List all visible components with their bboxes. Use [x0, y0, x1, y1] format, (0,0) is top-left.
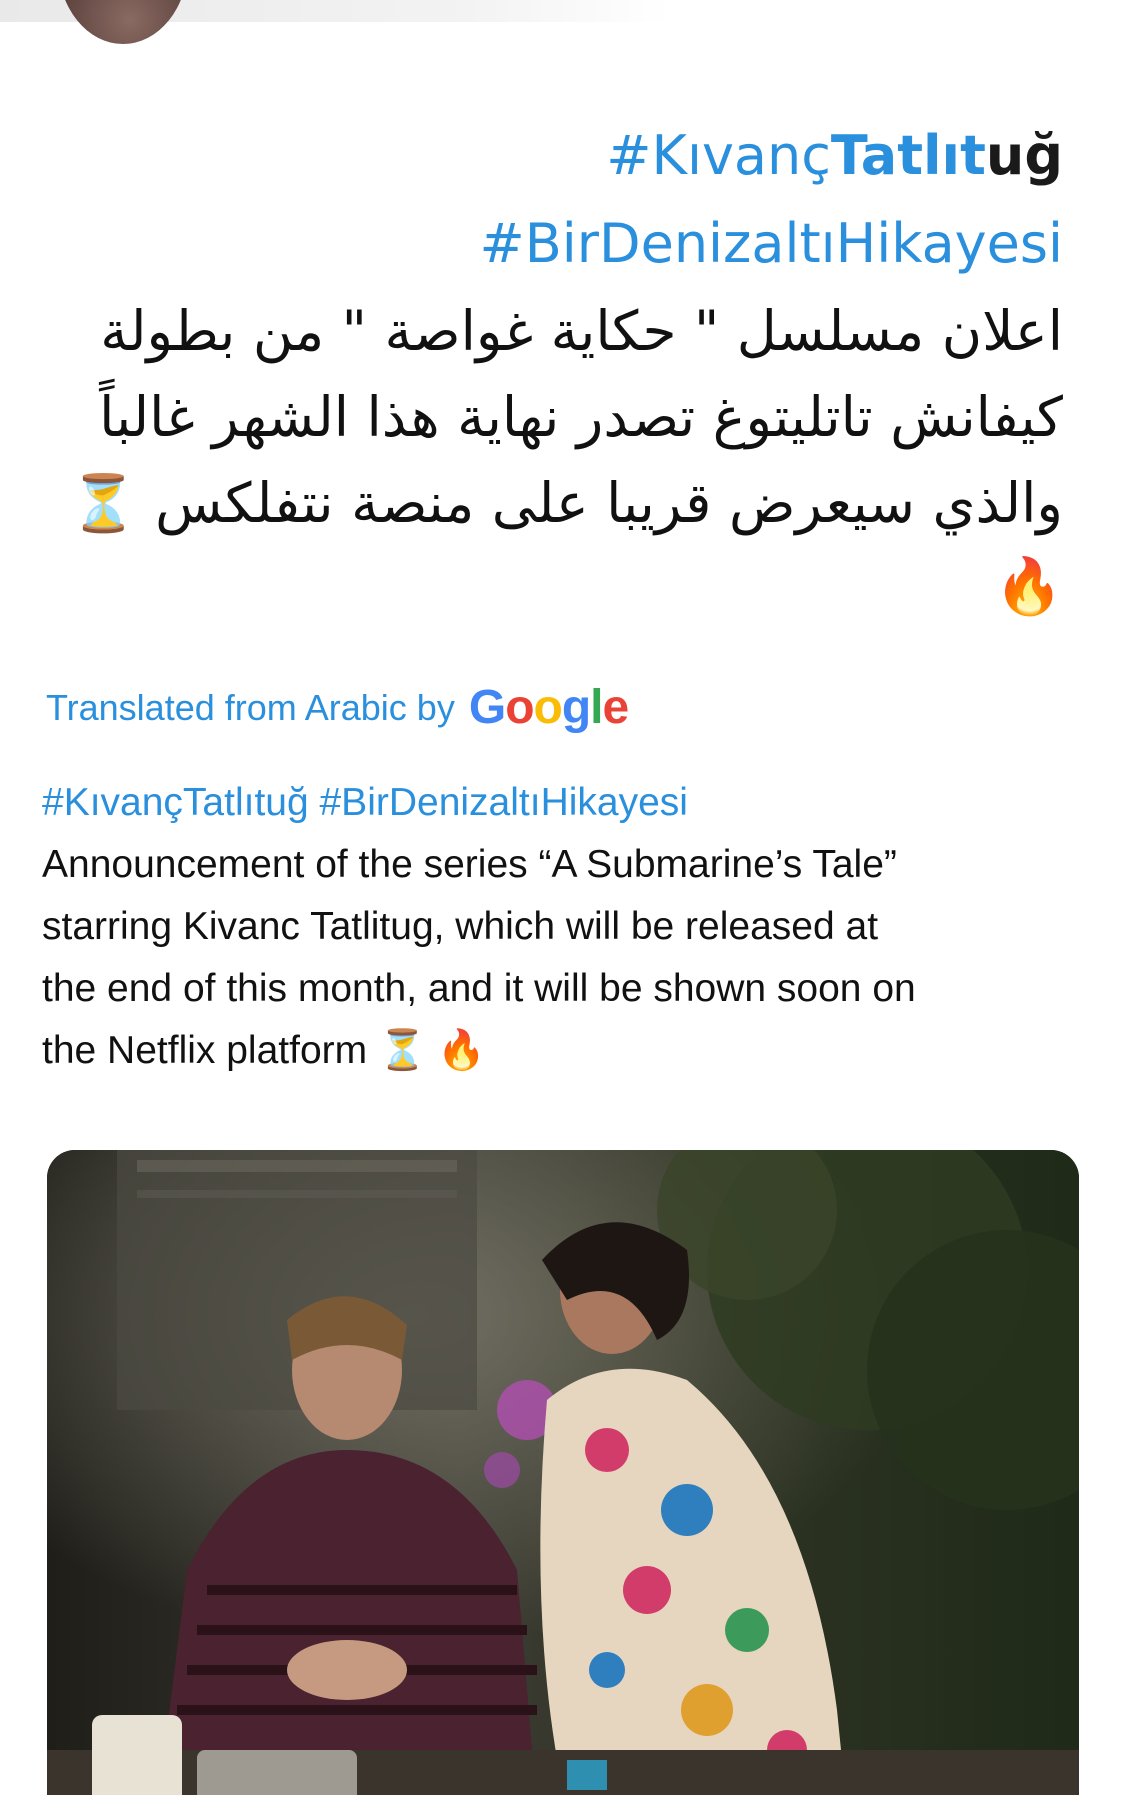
fire-icon: 🔥: [994, 554, 1063, 618]
hashtag-bir-denizalti-hikayesi[interactable]: #BirDenizaltıHikayesi: [53, 200, 1063, 288]
arabic-line-1: اعلان مسلسل " حكاية غواصة " من بطولة: [100, 299, 1063, 363]
hashtag-part-blue: #Kıvanç: [606, 124, 831, 187]
translated-line-1: Announcement of the series “A Submarine’…: [42, 843, 897, 886]
hourglass-icon: ⏳: [377, 1028, 427, 1073]
translated-line-4-wrapper: the Netflix platform ⏳ 🔥: [42, 1020, 1072, 1082]
translation-credit: Translated from Arabic by Google: [46, 680, 630, 735]
original-tweet-text: #KıvançTatlıtuğ #BirDenizaltıHikayesi اع…: [53, 112, 1063, 626]
avatar[interactable]: [58, 0, 188, 44]
translated-tweet-text: #KıvançTatlıtuğ #BirDenizaltıHikayesi An…: [42, 772, 1072, 1082]
fire-icon: 🔥: [437, 1028, 486, 1073]
google-letter-e: e: [602, 681, 630, 734]
google-letter-l: l: [590, 681, 603, 734]
tweet-media-image[interactable]: [47, 1150, 1079, 1795]
translated-from-label: Translated from Arabic by: [46, 686, 455, 728]
tweet-screen: #KıvançTatlıtuğ #BirDenizaltıHikayesi اع…: [0, 0, 1125, 1795]
google-letter-g: G: [468, 681, 506, 734]
google-letter-g2: g: [561, 681, 591, 734]
translated-hashtags[interactable]: #KıvançTatlıtuğ #BirDenizaltıHikayesi: [42, 772, 1072, 834]
google-logo: Google: [468, 680, 630, 735]
arabic-line-3: والذي سيعرض قريبا على منصة نتفلكس: [155, 471, 1063, 535]
translated-line-4: the Netflix platform: [42, 1029, 368, 1072]
arabic-line-3-wrapper: والذي سيعرض قريبا على منصة نتفلكس ⏳: [53, 460, 1063, 546]
hashtag-part-dark: uğ: [985, 124, 1063, 187]
fire-line: 🔥: [53, 546, 1063, 626]
google-letter-o2: o: [533, 681, 563, 734]
hourglass-icon: ⏳: [69, 471, 138, 535]
translated-line-3: the end of this month, and it will be sh…: [42, 967, 916, 1010]
translated-line-2: starring Kivanc Tatlitug, which will be …: [42, 905, 879, 948]
google-letter-o1: o: [505, 681, 534, 734]
arabic-line-2: كيفانش تاتليتوغ تصدر نهاية هذا الشهر غال…: [99, 385, 1063, 449]
hashtag-part-bold: Tatlıt: [830, 124, 986, 187]
hashtag-kivanc-tatlitug[interactable]: #KıvançTatlıtuğ: [53, 112, 1063, 200]
promo-photo: [47, 1150, 1079, 1795]
